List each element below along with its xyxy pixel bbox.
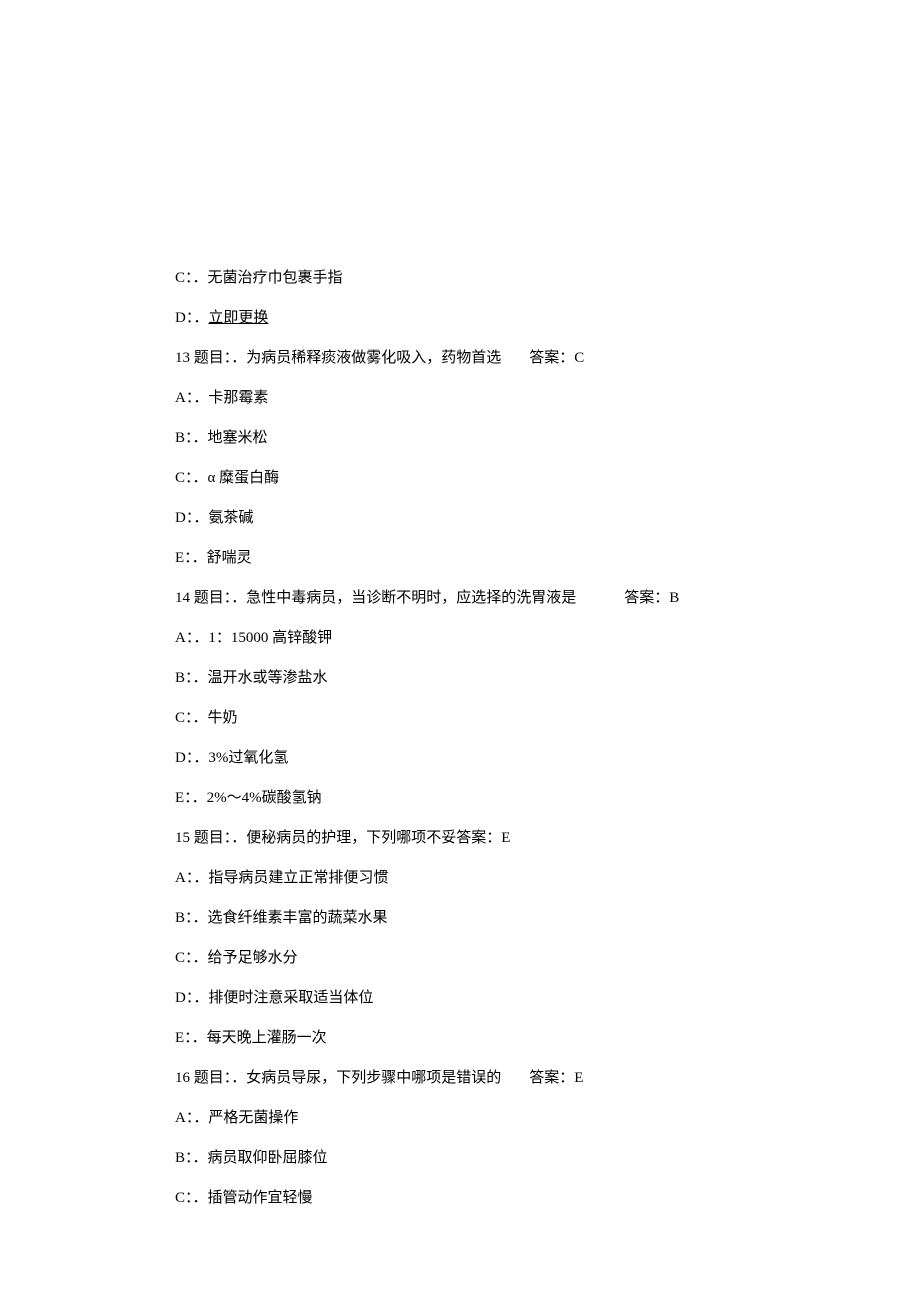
question-13-option-e: E：．舒喘灵 <box>175 549 800 567</box>
question-13: 13 题目：．为病员稀释痰液做雾化吸入，药物首选 答案：C <box>175 349 800 367</box>
question-16-option-a: A：．严格无菌操作 <box>175 1109 800 1127</box>
question-13-answer: 答案：C <box>529 350 584 366</box>
question-16-option-b: B：．病员取仰卧屈膝位 <box>175 1149 800 1167</box>
option-d-prefix: D：． <box>175 310 208 326</box>
question-14-option-b: B：．温开水或等渗盐水 <box>175 669 800 687</box>
question-14-text: 14 题目：．急性中毒病员，当诊断不明时，应选择的洗胃液是 <box>175 590 576 606</box>
question-14-answer: 答案：B <box>624 590 679 606</box>
question-16-option-c: C：．插管动作宜轻慢 <box>175 1189 800 1207</box>
question-14: 14 题目：．急性中毒病员，当诊断不明时，应选择的洗胃液是 答案：B <box>175 589 800 607</box>
option-d-text: 立即更换 <box>208 310 268 326</box>
question-15-option-e: E：．每天晚上灌肠一次 <box>175 1029 800 1047</box>
question-15-option-c: C：．给予足够水分 <box>175 949 800 967</box>
question-13-text: 13 题目：．为病员稀释痰液做雾化吸入，药物首选 <box>175 350 501 366</box>
question-15-option-b: B：．选食纤维素丰富的蔬菜水果 <box>175 909 800 927</box>
question-13-option-b: B：．地塞米松 <box>175 429 800 447</box>
question-13-option-a: A：．卡那霉素 <box>175 389 800 407</box>
option-c-prev: C：．无菌治疗巾包裹手指 <box>175 269 800 287</box>
question-15-option-d: D：．排便时注意采取适当体位 <box>175 989 800 1007</box>
question-14-option-d: D：．3%过氧化氢 <box>175 749 800 767</box>
question-16: 16 题目：．女病员导尿，下列步骤中哪项是错误的 答案：E <box>175 1069 800 1087</box>
question-13-option-d: D：．氨茶碱 <box>175 509 800 527</box>
question-15-option-a: A：．指导病员建立正常排便习惯 <box>175 869 800 887</box>
question-14-option-c: C：．牛奶 <box>175 709 800 727</box>
question-14-option-e: E：．2%～4%碳酸氢钠 <box>175 789 800 807</box>
question-16-text: 16 题目：．女病员导尿，下列步骤中哪项是错误的 <box>175 1070 501 1086</box>
option-d-prev: D：．立即更换 <box>175 309 800 327</box>
question-14-option-a: A：．1：15000 高锌酸钾 <box>175 629 800 647</box>
question-13-option-c: C：．α 糜蛋白酶 <box>175 469 800 487</box>
question-16-answer: 答案：E <box>529 1070 583 1086</box>
question-15: 15 题目：．便秘病员的护理，下列哪项不妥答案：E <box>175 829 800 847</box>
